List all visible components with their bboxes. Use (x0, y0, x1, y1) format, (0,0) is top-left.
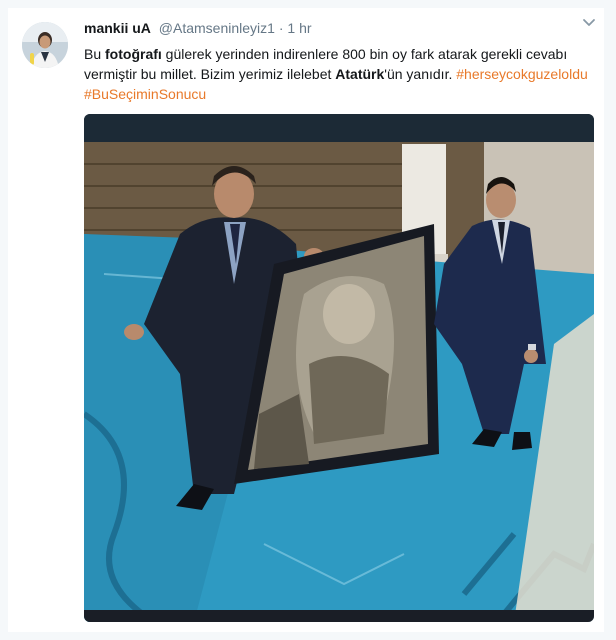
chevron-down-icon[interactable] (582, 16, 596, 30)
author-handle[interactable]: @Atamseninleyiz1 (159, 20, 275, 36)
text-part: 'ün yanıdır. (384, 66, 457, 82)
hashtag-link[interactable]: #herseycokguzeloldu (456, 66, 588, 82)
tweet-timestamp[interactable]: 1 hr (287, 20, 311, 36)
timeline-background: mankii uA @Atamseninleyiz1 · 1 hr Bu fot… (0, 0, 616, 640)
hashtag-link[interactable]: #BuSeçiminSonucu (84, 86, 206, 102)
tweet-photo[interactable] (84, 114, 594, 622)
header-separator: · (278, 20, 284, 36)
profile-avatar[interactable] (22, 22, 68, 68)
tweet-text: Bu fotoğrafı gülerek yerinden indirenler… (84, 44, 589, 104)
author-name[interactable]: mankii uA (84, 20, 151, 36)
tweet-header: mankii uA @Atamseninleyiz1 · 1 hr (84, 20, 584, 36)
text-part: Bu (84, 46, 106, 62)
bold-word: fotoğrafı (105, 46, 162, 62)
tweet-card[interactable]: mankii uA @Atamseninleyiz1 · 1 hr Bu fot… (8, 8, 604, 632)
bold-word: Atatürk (335, 66, 385, 82)
photo-illustration (84, 114, 594, 622)
